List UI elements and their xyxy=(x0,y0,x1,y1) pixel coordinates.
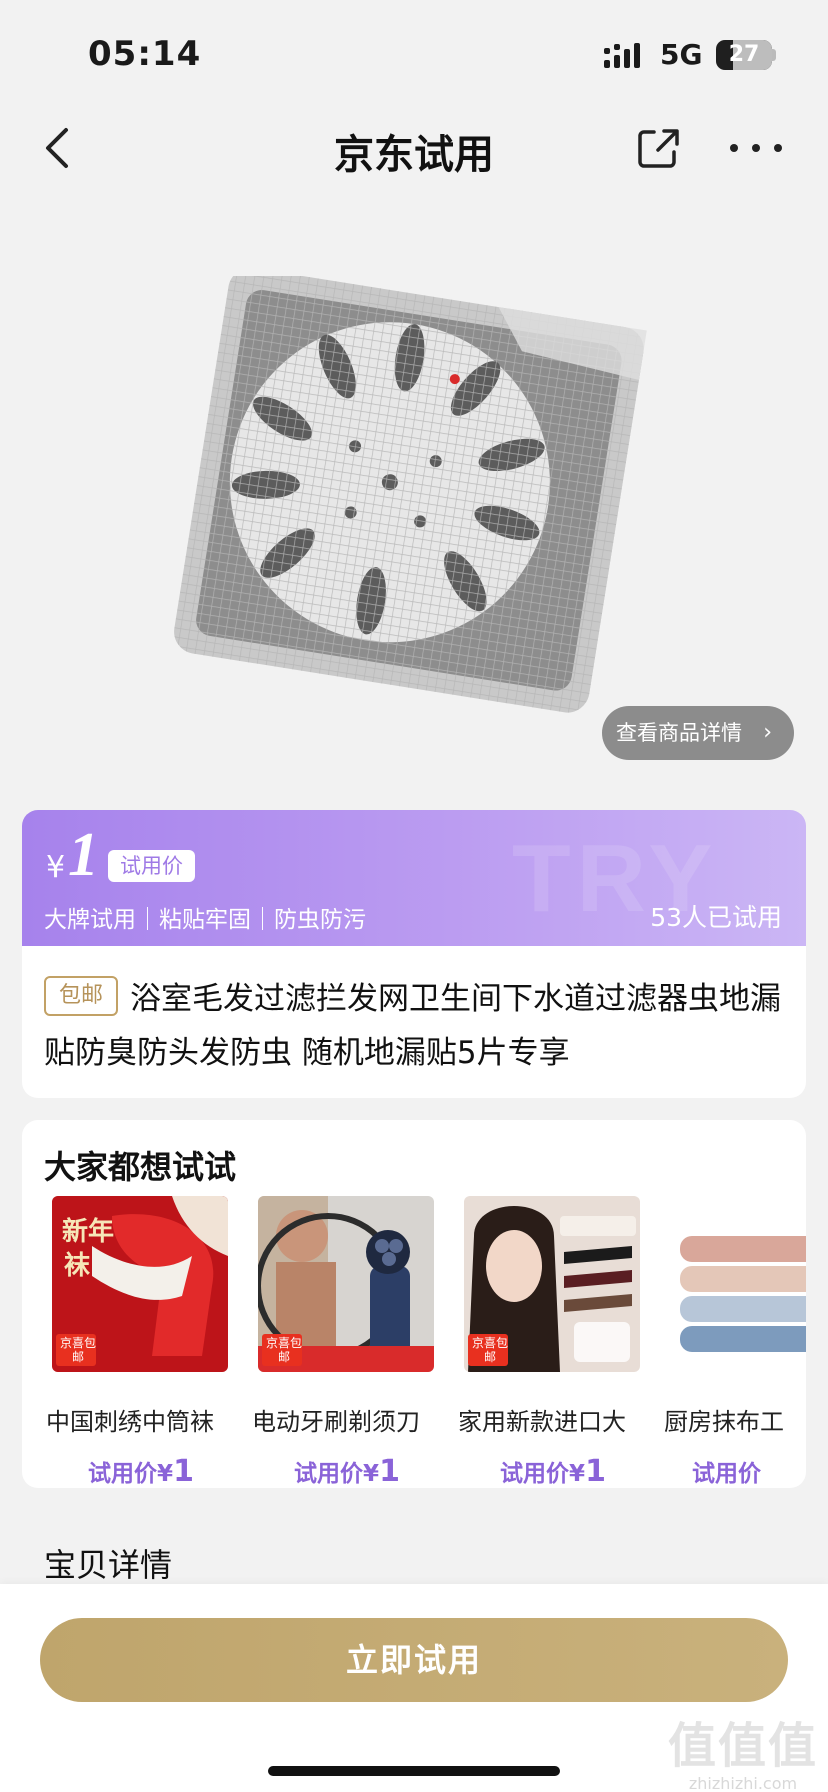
recommendation-item[interactable]: 京喜包邮 电动牙刷剃须刀 试用价¥1 xyxy=(252,1196,434,1488)
recommendation-price: 试用价¥1 xyxy=(88,1454,194,1488)
detail-link-label: 查看商品详情 xyxy=(616,721,742,745)
trial-price: 1 xyxy=(68,821,99,889)
recommendation-item[interactable]: 京喜包邮 家用新款进口大 试用价¥1 xyxy=(458,1196,640,1488)
thumbnail-badge: 京喜包邮 xyxy=(471,1336,508,1364)
home-indicator[interactable] xyxy=(268,1766,560,1776)
page-title: 京东试用 xyxy=(334,132,494,178)
battery-icon: 27 xyxy=(716,40,772,70)
trial-page: 05:14 5G 27 京东试用 查看商品详情 › TRY ¥ 1 试用价 大牌… xyxy=(0,0,828,1792)
product-image[interactable] xyxy=(168,276,658,716)
product-title-card: 包邮 浴室毛发过滤拦发网卫生间下水道过滤器虫地漏贴防臭防头发防虫 随机地漏贴5片… xyxy=(22,946,806,1098)
recommendations-section: 大家都想试试 新年 袜 京喜包邮 中国刺绣中筒袜 试用价¥1 京喜包邮 电动牙刷… xyxy=(22,1120,806,1488)
more-icon[interactable] xyxy=(722,130,792,166)
status-bar: 05:14 5G 27 xyxy=(0,0,828,100)
price-currency: ¥ xyxy=(46,850,66,885)
thumbnail-badge: 京喜包邮 xyxy=(265,1336,302,1364)
network-label: 5G xyxy=(660,38,703,71)
product-title: 浴室毛发过滤拦发网卫生间下水道过滤器虫地漏贴防臭防头发防虫 随机地漏贴5片专享 xyxy=(44,981,781,1071)
recommendation-name: 家用新款进口大 xyxy=(458,1408,626,1436)
share-icon[interactable] xyxy=(632,122,684,174)
try-now-button[interactable]: 立即试用 xyxy=(40,1618,788,1702)
recommendation-name: 中国刺绣中筒袜 xyxy=(46,1408,214,1436)
chevron-right-icon: › xyxy=(763,720,772,745)
recommendation-price: 试用价¥1 xyxy=(294,1454,400,1488)
nav-bar: 京东试用 xyxy=(0,100,828,196)
view-product-details-button[interactable]: 查看商品详情 › xyxy=(602,706,794,760)
recommendation-item[interactable]: 厨房抹布工 试用价 xyxy=(664,1196,806,1487)
recommendation-item[interactable]: 新年 袜 京喜包邮 中国刺绣中筒袜 试用价¥1 xyxy=(46,1196,228,1488)
tried-count: 53人已试用 xyxy=(650,903,782,932)
svg-text:新年: 新年 xyxy=(62,1216,114,1246)
recommendation-price: 试用价 xyxy=(692,1461,761,1487)
recommendations-title: 大家都想试试 xyxy=(44,1148,237,1186)
details-section-title: 宝贝详情 xyxy=(44,1546,173,1584)
recommendation-price: 试用价¥1 xyxy=(500,1454,606,1488)
thumbnail-badge: 京喜包邮 xyxy=(59,1336,96,1364)
product-thumbnail xyxy=(670,1196,806,1372)
trial-features: 大牌试用｜粘贴牢固｜防虫防污 xyxy=(44,907,366,933)
svg-text:袜: 袜 xyxy=(64,1251,90,1280)
battery-tip xyxy=(772,49,776,61)
site-watermark: 值值值 zhizhizhi.com xyxy=(667,1718,818,1792)
trial-price-banner: TRY ¥ 1 试用价 大牌试用｜粘贴牢固｜防虫防污 53人已试用 xyxy=(22,810,806,946)
status-time: 05:14 xyxy=(88,34,202,74)
recommendation-name: 厨房抹布工 xyxy=(664,1408,784,1436)
trial-price-tag: 试用价 xyxy=(108,850,195,882)
recommendation-name: 电动牙刷剃须刀 xyxy=(252,1408,420,1436)
signal-icon xyxy=(604,43,640,68)
battery-level: 27 xyxy=(728,42,760,67)
